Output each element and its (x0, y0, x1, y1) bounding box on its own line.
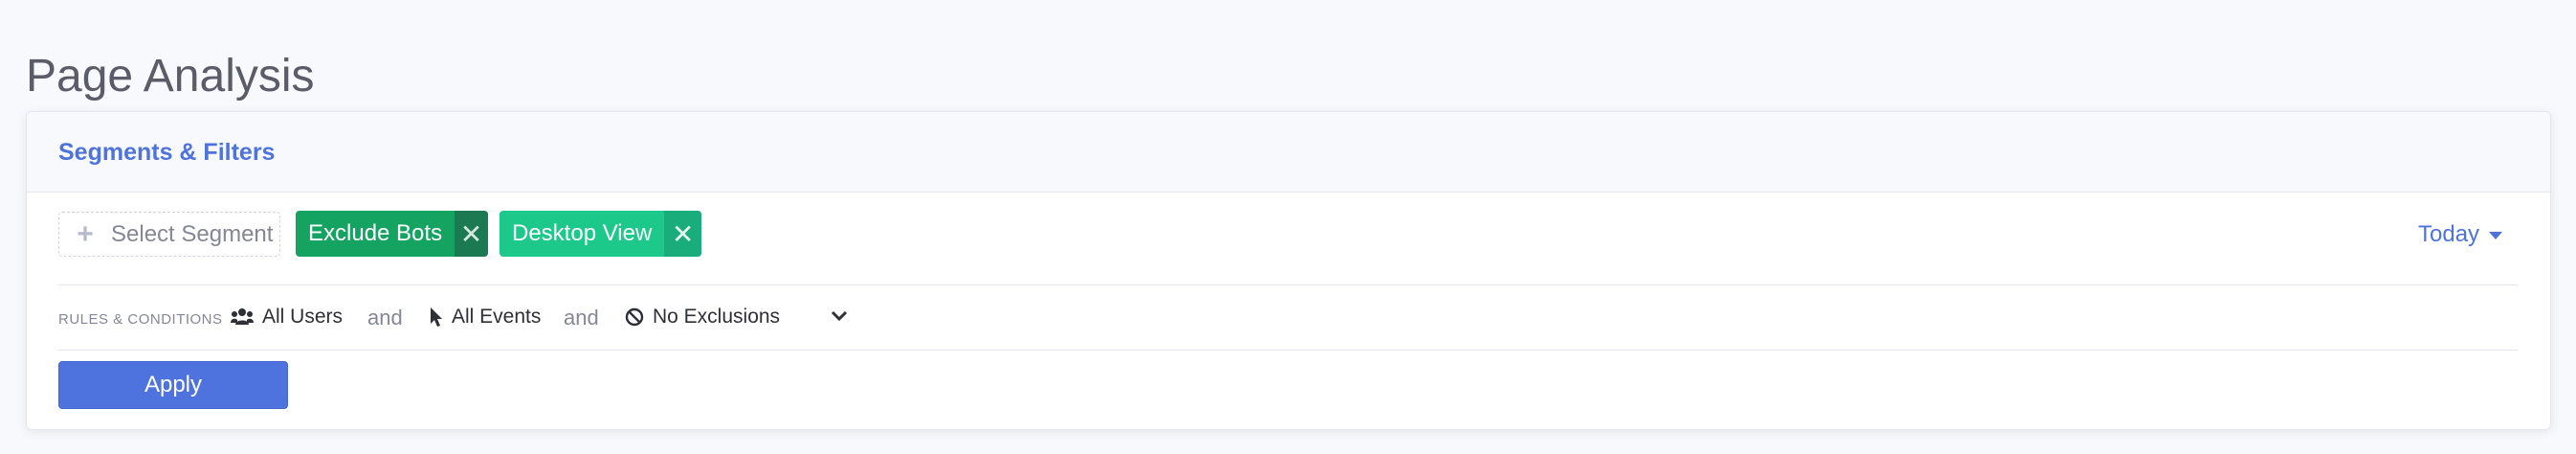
segments-filters-card: Segments & Filters + Select Segment Excl… (26, 111, 2551, 430)
card-title: Segments & Filters (58, 139, 276, 166)
remove-chip-icon[interactable]: ✕ (455, 211, 488, 257)
condition-label: All Users (262, 306, 344, 328)
ban-icon (625, 307, 644, 327)
plus-icon: + (77, 217, 94, 250)
divider (58, 350, 2518, 351)
users-icon (231, 307, 254, 327)
and-connector: and (367, 306, 403, 329)
condition-users[interactable]: All Users (231, 301, 343, 333)
condition-events[interactable]: All Events (430, 301, 541, 333)
date-range-label: Today (2418, 221, 2480, 247)
card-header: Segments & Filters (27, 112, 2550, 193)
chip-label: Desktop View (512, 220, 653, 246)
condition-exclusions[interactable]: No Exclusions (625, 301, 780, 333)
select-segment-button[interactable]: + Select Segment (58, 212, 280, 257)
expand-conditions-button[interactable] (823, 302, 855, 334)
page-title: Page Analysis (26, 51, 315, 102)
chevron-down-icon (830, 309, 849, 328)
rules-label: RULES & CONDITIONS (58, 311, 223, 328)
remove-chip-icon[interactable]: ✕ (664, 211, 701, 257)
segment-chip-exclude-bots: Exclude Bots ✕ (296, 211, 488, 257)
apply-button[interactable]: Apply (58, 361, 288, 409)
and-connector: and (564, 306, 599, 329)
cursor-icon (430, 306, 443, 328)
date-range-dropdown[interactable]: Today (2418, 217, 2503, 252)
chip-label: Exclude Bots (308, 220, 443, 246)
select-segment-label: Select Segment (111, 220, 274, 247)
divider (58, 284, 2518, 285)
segment-chip-desktop-view: Desktop View ✕ (500, 211, 701, 257)
condition-label: All Events (452, 306, 542, 328)
caret-down-icon (2489, 232, 2503, 239)
condition-label: No Exclusions (653, 306, 781, 328)
